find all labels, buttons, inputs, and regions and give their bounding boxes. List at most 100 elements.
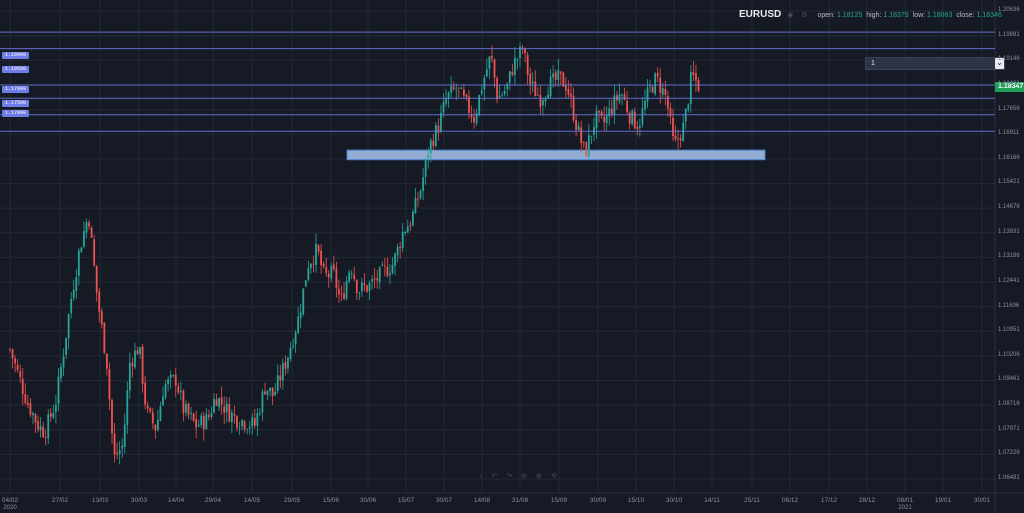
candle-body xyxy=(139,347,141,355)
candle-body xyxy=(141,346,144,385)
symbol-label: EURUSD xyxy=(739,9,782,20)
candle-body xyxy=(62,356,65,368)
time-axis-label: 15/09 xyxy=(550,497,568,504)
redo-icon[interactable]: ↷ xyxy=(506,473,521,480)
candle-body xyxy=(491,55,493,59)
candle-body xyxy=(95,265,98,293)
time-axis-label: 29/04 xyxy=(204,497,222,504)
candle-body xyxy=(468,96,470,114)
hline-tag-2[interactable]: 1.19500 xyxy=(2,66,30,73)
candle-body xyxy=(274,391,277,396)
candle-body xyxy=(363,283,366,286)
candle-body xyxy=(243,421,246,430)
line-value-input[interactable]: 1 xyxy=(865,57,1005,70)
candle-body xyxy=(358,292,361,294)
candle-body xyxy=(554,72,557,80)
candle-body xyxy=(524,49,526,54)
candle-body xyxy=(215,399,218,407)
candle-body xyxy=(330,266,333,279)
candle-body xyxy=(128,362,131,391)
candle-body xyxy=(190,413,192,415)
candle-body xyxy=(526,54,529,75)
candle-body xyxy=(343,293,345,299)
candle-body xyxy=(304,280,307,287)
candle-body xyxy=(373,278,376,280)
candle-body xyxy=(598,110,600,113)
low-value: 1.18063 xyxy=(927,12,953,19)
candle-body xyxy=(608,108,611,117)
candle-body xyxy=(279,375,282,381)
price-axis-label: 1.17656 xyxy=(998,105,1020,112)
price-axis-label: 1.07971 xyxy=(998,425,1020,432)
price-axis-label: 1.08716 xyxy=(998,401,1020,408)
candle-body xyxy=(445,98,447,104)
price-axis-label: 1.18401 xyxy=(998,80,1020,87)
candle-body xyxy=(585,142,588,157)
candle-body xyxy=(498,95,501,99)
candle-body xyxy=(299,312,302,319)
candle-body xyxy=(266,390,269,395)
candle-body xyxy=(386,266,389,276)
candle-body xyxy=(47,414,50,439)
zoom-in-icon[interactable]: ⊕ xyxy=(536,473,551,480)
candle-body xyxy=(534,81,537,97)
candle-body xyxy=(83,231,85,247)
candle-body xyxy=(14,358,16,364)
candle-body xyxy=(57,376,60,404)
candle-body xyxy=(75,277,78,292)
hline-tag-3[interactable]: 1.17999 xyxy=(2,86,30,93)
candle-body xyxy=(692,71,695,75)
hline-tag-1[interactable]: 1.19999 xyxy=(2,52,30,59)
time-axis-label: 30/01 xyxy=(973,497,991,504)
candle-body xyxy=(465,94,468,97)
undo-icon[interactable]: ↶ xyxy=(491,473,506,480)
candle-body xyxy=(312,263,315,265)
price-chart[interactable] xyxy=(0,0,1024,513)
candle-body xyxy=(241,420,243,427)
price-axis-label: 1.14676 xyxy=(998,204,1020,211)
candle-body xyxy=(49,413,52,417)
candle-body xyxy=(695,73,697,81)
hline-tag-5[interactable]: 1.17000 xyxy=(2,110,30,117)
zoom-out-icon[interactable]: ⊖ xyxy=(521,473,536,480)
candle-body xyxy=(531,81,534,84)
price-axis-label: 1.20636 xyxy=(998,7,1020,14)
candle-body xyxy=(159,406,162,421)
hline-tag-4[interactable]: 1.17500 xyxy=(2,100,30,107)
candle-body xyxy=(106,353,108,369)
candle-body xyxy=(179,391,182,393)
candle-body xyxy=(689,72,692,105)
candle-body xyxy=(108,369,111,400)
time-axis-label: 14/04 xyxy=(167,497,185,504)
candle-body xyxy=(590,135,593,137)
time-axis-label: 25/11 xyxy=(744,497,760,504)
open-label: open: xyxy=(817,12,836,19)
candle-body xyxy=(26,402,29,405)
reset-icon[interactable]: ⟲ xyxy=(551,473,566,480)
gear-icon[interactable]: ⚙ xyxy=(801,12,807,19)
price-axis-label: 1.10206 xyxy=(998,351,1020,358)
candle-body xyxy=(210,413,213,417)
candle-body xyxy=(174,374,177,386)
candle-body xyxy=(399,247,402,249)
candle-body xyxy=(202,415,205,430)
candle-body xyxy=(412,211,414,226)
time-axis-label: 06/12 xyxy=(781,497,799,504)
candle-body xyxy=(442,102,445,113)
candle-body xyxy=(455,88,458,90)
candle-body xyxy=(310,263,312,269)
candle-body xyxy=(605,115,608,124)
candle-body xyxy=(473,117,475,123)
candle-body xyxy=(284,362,287,369)
price-axis-label: 1.15421 xyxy=(998,179,1020,186)
candle-body xyxy=(248,426,251,429)
candle-body xyxy=(256,413,259,426)
candle-body xyxy=(208,415,210,417)
candle-body xyxy=(70,298,73,314)
support-zone[interactable] xyxy=(346,149,766,161)
candle-body xyxy=(271,387,274,396)
eye-icon[interactable]: ◉ xyxy=(787,12,793,19)
arrow-left-icon[interactable]: ‹ xyxy=(480,473,491,480)
candle-body xyxy=(366,285,368,292)
time-axis-label: 30/07 xyxy=(435,497,453,504)
